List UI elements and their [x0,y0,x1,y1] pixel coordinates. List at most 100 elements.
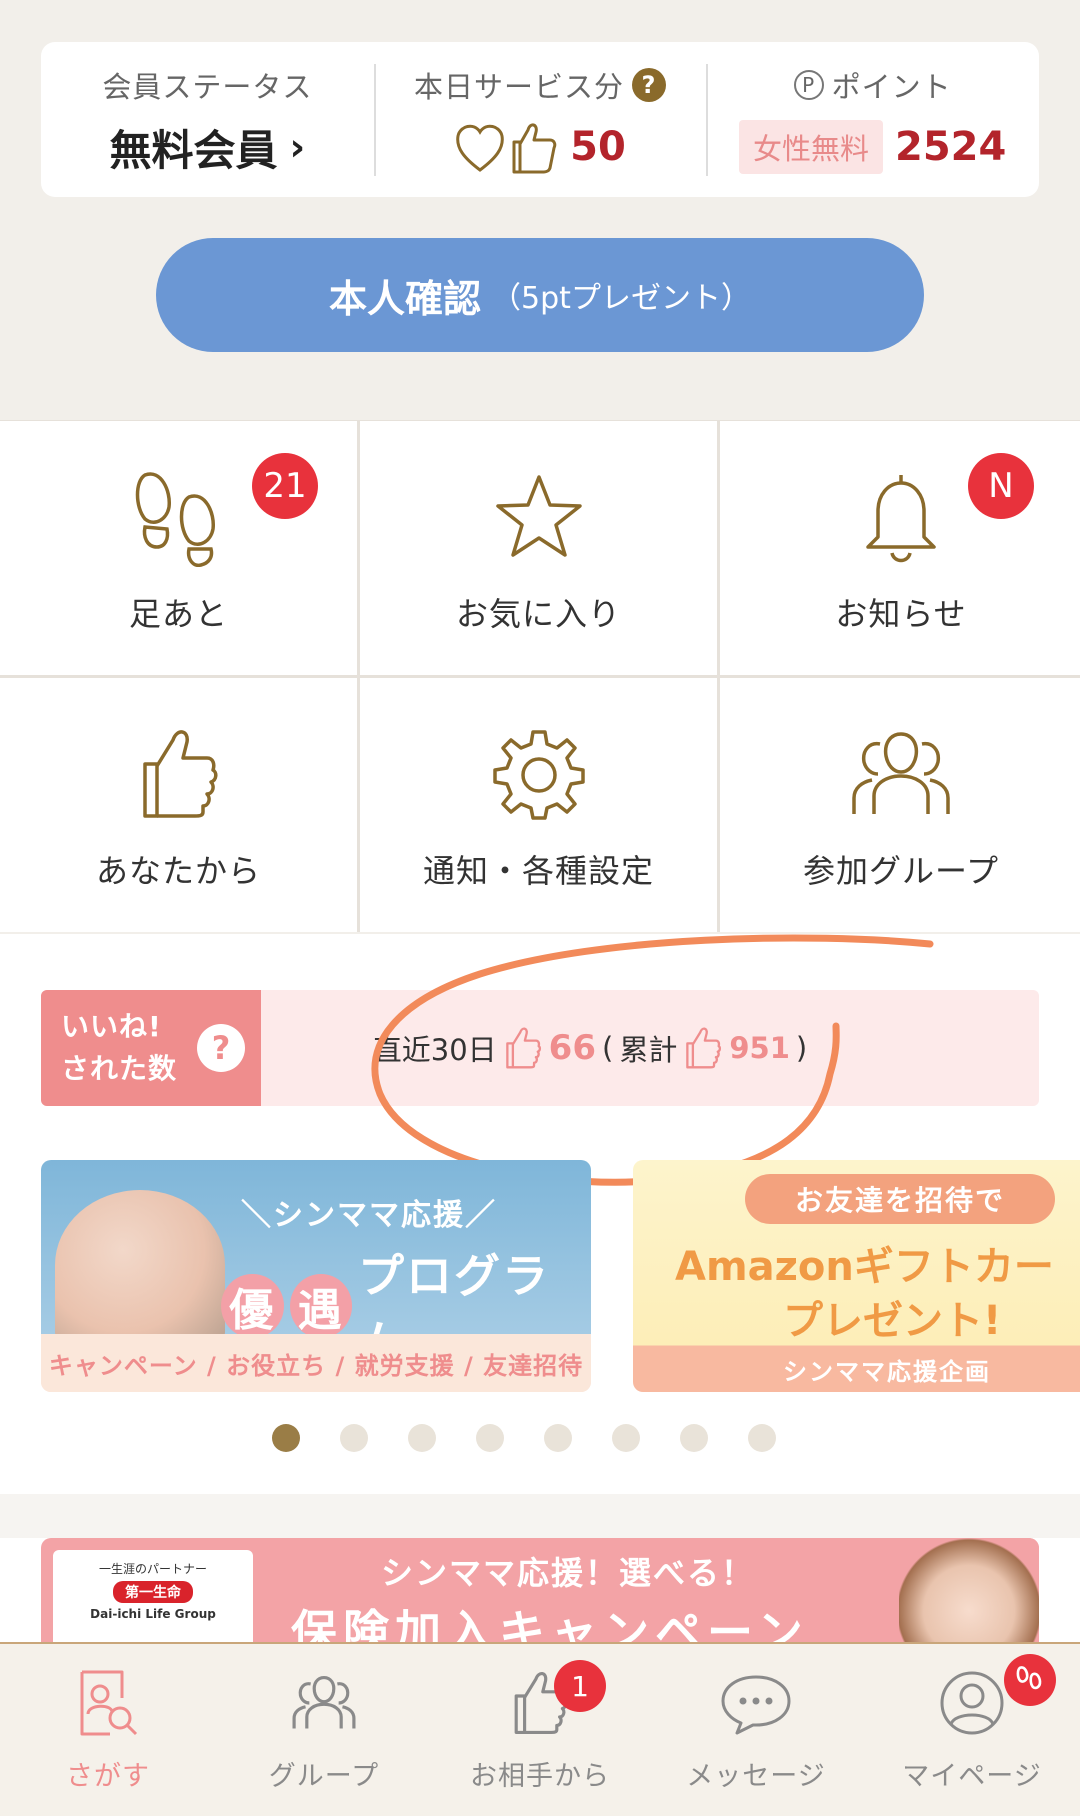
tab-mypage[interactable]: マイページ [864,1644,1080,1816]
amazon-gift-banner[interactable]: お友達を招待で Amazonギフトカー プレゼント! シンママ応援企画 [633,1160,1080,1392]
menu-notices[interactable]: お知らせ N [720,421,1080,675]
thumbs-up-icon [505,1027,541,1069]
mypage-footprints-badge [1004,1654,1056,1706]
logo-english: Dai-ichi Life Group [90,1607,216,1621]
carousel-dot[interactable] [340,1424,368,1452]
gear-icon [492,730,585,820]
carousel-dot[interactable] [612,1424,640,1452]
member-status-label: 会員ステータス [102,70,313,104]
menu-from-you[interactable]: あなたから [0,678,357,932]
footprints-badge: 21 [252,453,318,519]
group-icon [292,1675,356,1729]
menu-favorites[interactable]: お気に入り [360,421,717,675]
thumbs-up-icon [686,1027,722,1069]
user-icon [940,1671,1004,1735]
menu-notices-label: お知らせ [835,595,967,633]
star-icon [495,475,582,557]
footprints-icon [1016,1666,1042,1690]
likes-received-label: いいね! された数 ? [41,990,261,1106]
likes-received-bar: いいね! された数 ? 直近30日 66 ( 累計 951) [41,990,1039,1106]
today-service: 本日サービス分 ? 50 [373,42,707,197]
dai-ichi-logo: 一生涯のパートナー 第一生命 Dai-ichi Life Group [53,1550,253,1642]
tab-mypage-label: マイページ [902,1761,1042,1792]
notices-badge: N [968,453,1034,519]
group-icon [852,732,950,814]
likes-total-label: 累計 [619,1033,678,1067]
logo-tagline: 一生涯のパートナー [98,1562,207,1576]
banner1-yu1: 優 [221,1274,284,1338]
banner2-title2: プレゼント! [783,1298,1002,1344]
menu-grid: 足あと 21 お気に入り お知らせ N あなたから 通知・各種設定 参加グループ [0,420,1080,932]
likes-help-icon[interactable]: ? [197,1024,246,1072]
tab-search-label: さがす [66,1761,150,1792]
chevron-right-icon[interactable]: › [290,125,306,169]
banner1-headline: ＼シンママ応援／ [241,1198,497,1233]
points-value: 2524 [895,124,1007,170]
bell-icon [866,475,936,563]
search-profile-icon [80,1670,138,1736]
help-icon[interactable]: ? [632,68,667,102]
from-partner-badge: 1 [554,1660,606,1712]
carousel-dot[interactable] [272,1424,300,1452]
likes-recent-label: 直近30日 [372,1033,497,1067]
footprints-icon [135,472,215,567]
carousel-dots [272,1424,776,1452]
likes-close-paren: ) [795,1031,808,1065]
menu-footprints-label: 足あと [128,595,228,633]
likes-total-value: 951 [729,1031,790,1065]
likes-info: 直近30日 66 ( 累計 951 ) [261,990,1039,1106]
likes-label-line2: された数 [61,1052,178,1085]
banner1-footer: キャンペーン / お役立ち / 就労支援 / 友達招待 [41,1334,591,1392]
carousel-dot[interactable] [748,1424,776,1452]
tab-messages-label: メッセージ [686,1761,826,1792]
section-divider [0,1494,1080,1538]
menu-settings[interactable]: 通知・各種設定 [360,678,717,932]
model-photo [899,1538,1039,1642]
tab-group-label: グループ [268,1761,380,1792]
identity-verify-label: 本人確認 [329,276,482,321]
carousel-dot[interactable] [680,1424,708,1452]
likes-label-line1: いいね! [61,1010,162,1043]
logo-company: 第一生命 [113,1581,193,1603]
bottom-tab-bar: さがす グループ お相手から 1 メッセージ マイページ [0,1642,1080,1816]
member-status-value[interactable]: 無料会員 [109,117,277,178]
message-icon [721,1675,791,1735]
tab-from-partner-label: お相手から [470,1761,610,1792]
point-icon: P [793,70,824,100]
points: P ポイント 女性無料 2524 [706,42,1039,197]
insurance-section: 一生涯のパートナー 第一生命 Dai-ichi Life Group シンママ応… [0,1538,1080,1642]
carousel-dot[interactable] [544,1424,572,1452]
heart-like-icon [456,123,557,174]
banner2-footer: シンママ応援企画 [783,1357,991,1386]
mother-baby-photo [55,1190,225,1340]
carousel-dot[interactable] [408,1424,436,1452]
tab-group[interactable]: グループ [216,1644,432,1816]
member-status[interactable]: 会員ステータス 無料会員 › [41,42,374,197]
likes-recent-value: 66 [548,1028,596,1068]
status-card: 会員ステータス 無料会員 › 本日サービス分 ? 50 P ポイント 女性無料 … [41,42,1039,197]
insurance-title: 保険加入キャンペーン [291,1605,809,1642]
menu-groups-label: 参加グループ [802,852,1000,890]
carousel-dot[interactable] [476,1424,504,1452]
content-area: いいね! された数 ? 直近30日 66 ( 累計 951) ＼シンママ応援／… [0,934,1080,1494]
likes-open-paren: ( [602,1031,614,1065]
banner2-pill: お友達を招待で [745,1174,1055,1224]
menu-favorites-label: お気に入り [455,595,621,633]
points-label: ポイント [831,70,952,104]
identity-verify-reward: （5ptプレゼント） [491,281,751,316]
tab-search[interactable]: さがす [0,1644,216,1816]
thumbs-up-icon [142,730,217,818]
insurance-headline: シンママ応援！選べる！ [381,1554,756,1592]
menu-footprints[interactable]: 足あと 21 [0,421,357,675]
tab-messages[interactable]: メッセージ [648,1644,864,1816]
today-service-value: 50 [570,124,626,170]
today-service-label: 本日サービス分 [414,70,625,104]
support-program-banner[interactable]: ＼シンママ応援／ 優 遇 プログラム キャンペーン / お役立ち / 就労支援 … [41,1160,591,1392]
menu-from-you-label: あなたから [95,852,261,890]
female-free-tag: 女性無料 [739,120,884,174]
insurance-campaign-banner[interactable]: 一生涯のパートナー 第一生命 Dai-ichi Life Group シンママ応… [41,1538,1039,1642]
menu-groups[interactable]: 参加グループ [720,678,1080,932]
banner2-title: Amazonギフトカー [675,1244,1054,1290]
identity-verify-button[interactable]: 本人確認 （5ptプレゼント） [156,238,924,352]
tab-from-partner[interactable]: お相手から 1 [432,1644,648,1816]
